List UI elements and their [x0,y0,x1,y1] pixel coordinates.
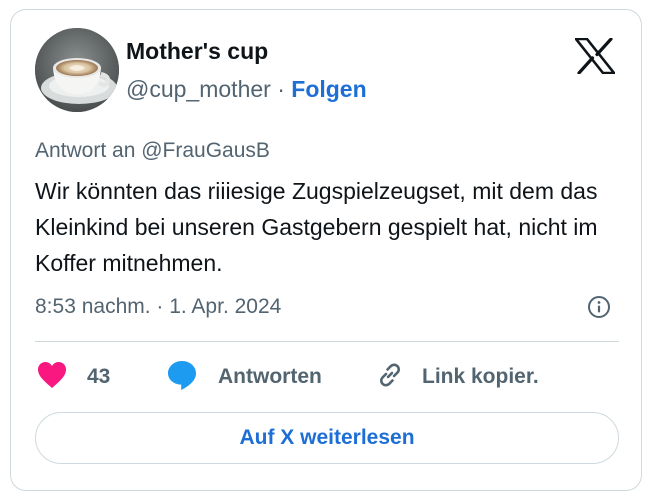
tweet-text: Wir könnten das riiiesige Zugspielzeugse… [35,178,598,276]
divider [35,341,619,342]
like-button[interactable]: 43 [37,360,110,394]
avatar[interactable] [35,28,119,112]
tweet-timestamp[interactable]: 8:53 nachm. · 1. Apr. 2024 [35,295,281,319]
heart-icon [37,361,67,394]
like-count: 43 [87,365,111,388]
follow-link[interactable]: Folgen [291,76,366,102]
x-logo-icon[interactable] [574,37,616,75]
info-icon[interactable] [587,295,611,319]
reply-button[interactable]: Antworten [166,360,322,394]
copy-link-label: Link kopier. [422,365,539,388]
author-display-name[interactable]: Mother's cup [126,38,268,65]
read-more-button[interactable]: Auf X weiterlesen [35,412,619,464]
handle-separator: · [277,76,285,102]
coffee-cup-photo [35,28,119,112]
author-handle-row: @cup_mother · Folgen [126,76,367,103]
speech-bubble-icon [166,359,198,396]
link-icon [375,360,405,395]
reply-label: Antworten [218,365,322,388]
author-handle[interactable]: @cup_mother [126,76,271,102]
reply-to-label[interactable]: Antwort an @FrauGausB [35,139,270,163]
embedded-tweet-card: Mother's cup @cup_mother · Folgen Antwor… [10,9,642,491]
copy-link-button[interactable]: Link kopier. [375,360,539,394]
